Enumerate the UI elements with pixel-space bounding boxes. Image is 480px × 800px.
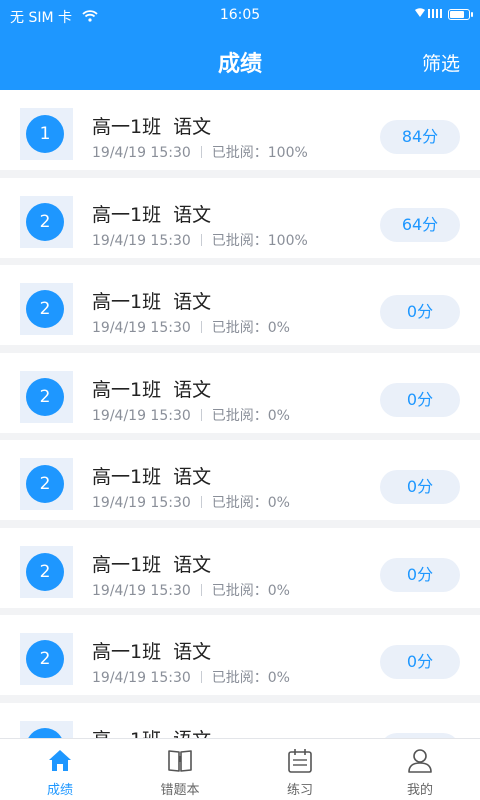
record-title: 高一1班 语文 <box>92 725 211 738</box>
rank-badge: 2 <box>26 203 64 241</box>
rank-badge-box: 2 <box>20 721 73 738</box>
record-date: 19/4/19 15:30 <box>92 145 191 161</box>
rank-badge: 2 <box>26 640 64 678</box>
score-record[interactable]: 2 高一1班 语文 19/4/19 15:30 已批阅：100% 64分 <box>0 178 480 258</box>
review-status: 已批阅：100% <box>211 145 308 161</box>
rank-badge: 2 <box>26 728 64 738</box>
record-meta: 19/4/19 15:30 已批阅：100% <box>92 142 308 162</box>
record-meta: 19/4/19 15:30 已批阅：0% <box>92 405 290 425</box>
score-pill: 0分 <box>380 470 460 504</box>
status-bar: 无 SIM 卡 16:05 <box>0 0 480 32</box>
score-pill: 64分 <box>380 208 460 242</box>
review-status: 已批阅：100% <box>211 233 308 249</box>
score-pill: 0分 <box>380 295 460 329</box>
record-title: 高一1班 语文 <box>92 554 212 576</box>
score-record[interactable]: 2 高一1班 语文 19/4/19 15:30 已批阅：0% 0分 <box>0 440 480 520</box>
tab-practice[interactable]: 练习 <box>240 739 360 800</box>
review-status: 已批阅：0% <box>211 670 290 686</box>
rank-badge: 2 <box>26 378 64 416</box>
tab-bar: 成绩 错题本 练习 我的 <box>0 738 480 800</box>
score-record[interactable]: 2 高一1班 语文 <box>0 703 480 738</box>
score-record[interactable]: 2 高一1班 语文 19/4/19 15:30 已批阅：0% 0分 <box>0 265 480 345</box>
record-date: 19/4/19 15:30 <box>92 583 191 599</box>
rank-badge-box: 2 <box>20 633 73 685</box>
record-meta: 19/4/19 15:30 已批阅：100% <box>92 230 308 250</box>
record-title: 高一1班 语文 <box>92 291 212 313</box>
rank-badge-box: 2 <box>20 371 73 423</box>
tab-label: 练习 <box>286 783 313 798</box>
meta-divider <box>200 671 202 683</box>
filter-button[interactable]: 筛选 <box>422 49 460 76</box>
score-record[interactable]: 2 高一1班 语文 19/4/19 15:30 已批阅：0% 0分 <box>0 615 480 695</box>
rank-badge-box: 2 <box>20 196 73 248</box>
rank-badge-box: 1 <box>20 108 73 160</box>
rank-badge-box: 2 <box>20 458 73 510</box>
score-record[interactable]: 2 高一1班 语文 19/4/19 15:30 已批阅：0% 0分 <box>0 528 480 608</box>
battery-icon <box>448 9 473 20</box>
record-date: 19/4/19 15:30 <box>92 670 191 686</box>
meta-divider <box>200 496 202 508</box>
tab-scores[interactable]: 成绩 <box>0 739 120 800</box>
record-date: 19/4/19 15:30 <box>92 495 191 511</box>
nav-bar: 成绩 筛选 <box>0 32 480 90</box>
record-meta: 19/4/19 15:30 已批阅：0% <box>92 492 290 512</box>
review-status: 已批阅：0% <box>211 495 290 511</box>
review-status: 已批阅：0% <box>211 408 290 424</box>
rank-badge: 2 <box>26 553 64 591</box>
rank-badge: 1 <box>26 115 64 153</box>
rank-badge: 2 <box>26 290 64 328</box>
rank-badge-box: 2 <box>20 546 73 598</box>
tab-label: 我的 <box>406 783 433 798</box>
review-status: 已批阅：0% <box>211 320 290 336</box>
signal-icon <box>414 7 442 22</box>
tab-profile[interactable]: 我的 <box>360 739 480 800</box>
score-pill: 0分 <box>380 645 460 679</box>
score-pill: 0分 <box>380 558 460 592</box>
record-meta: 19/4/19 15:30 已批阅：0% <box>92 317 290 337</box>
score-list: 1 高一1班 语文 19/4/19 15:30 已批阅：100% 84分 2 高一… <box>0 90 480 738</box>
tab-mistake-book[interactable]: 错题本 <box>120 739 240 800</box>
meta-divider <box>200 409 202 421</box>
record-title: 高一1班 语文 <box>92 641 212 663</box>
score-pill: 0分 <box>380 383 460 417</box>
record-title: 高一1班 语文 <box>92 466 212 488</box>
meta-divider <box>200 321 202 333</box>
record-date: 19/4/19 15:30 <box>92 408 191 424</box>
record-date: 19/4/19 15:30 <box>92 233 191 249</box>
record-title: 高一1班 语文 <box>92 379 212 401</box>
system-indicators <box>414 7 473 22</box>
clock: 16:05 <box>219 7 261 23</box>
score-record[interactable]: 1 高一1班 语文 19/4/19 15:30 已批阅：100% 84分 <box>0 90 480 170</box>
record-meta: 19/4/19 15:30 已批阅：0% <box>92 667 290 687</box>
record-date: 19/4/19 15:30 <box>92 320 191 336</box>
review-status: 已批阅：0% <box>211 583 290 599</box>
page-title: 成绩 <box>217 52 262 77</box>
tab-label: 错题本 <box>160 783 200 798</box>
rank-badge-box: 2 <box>20 283 73 335</box>
record-title: 高一1班 语文 <box>92 116 212 138</box>
score-record[interactable]: 2 高一1班 语文 19/4/19 15:30 已批阅：0% 0分 <box>0 353 480 433</box>
record-title: 高一1班 语文 <box>92 204 212 226</box>
score-pill: 84分 <box>380 120 460 154</box>
meta-divider <box>200 146 202 158</box>
tab-label: 成绩 <box>46 783 73 798</box>
meta-divider <box>200 584 202 596</box>
record-meta: 19/4/19 15:30 已批阅：0% <box>92 580 290 600</box>
meta-divider <box>200 234 202 246</box>
rank-badge: 2 <box>26 465 64 503</box>
